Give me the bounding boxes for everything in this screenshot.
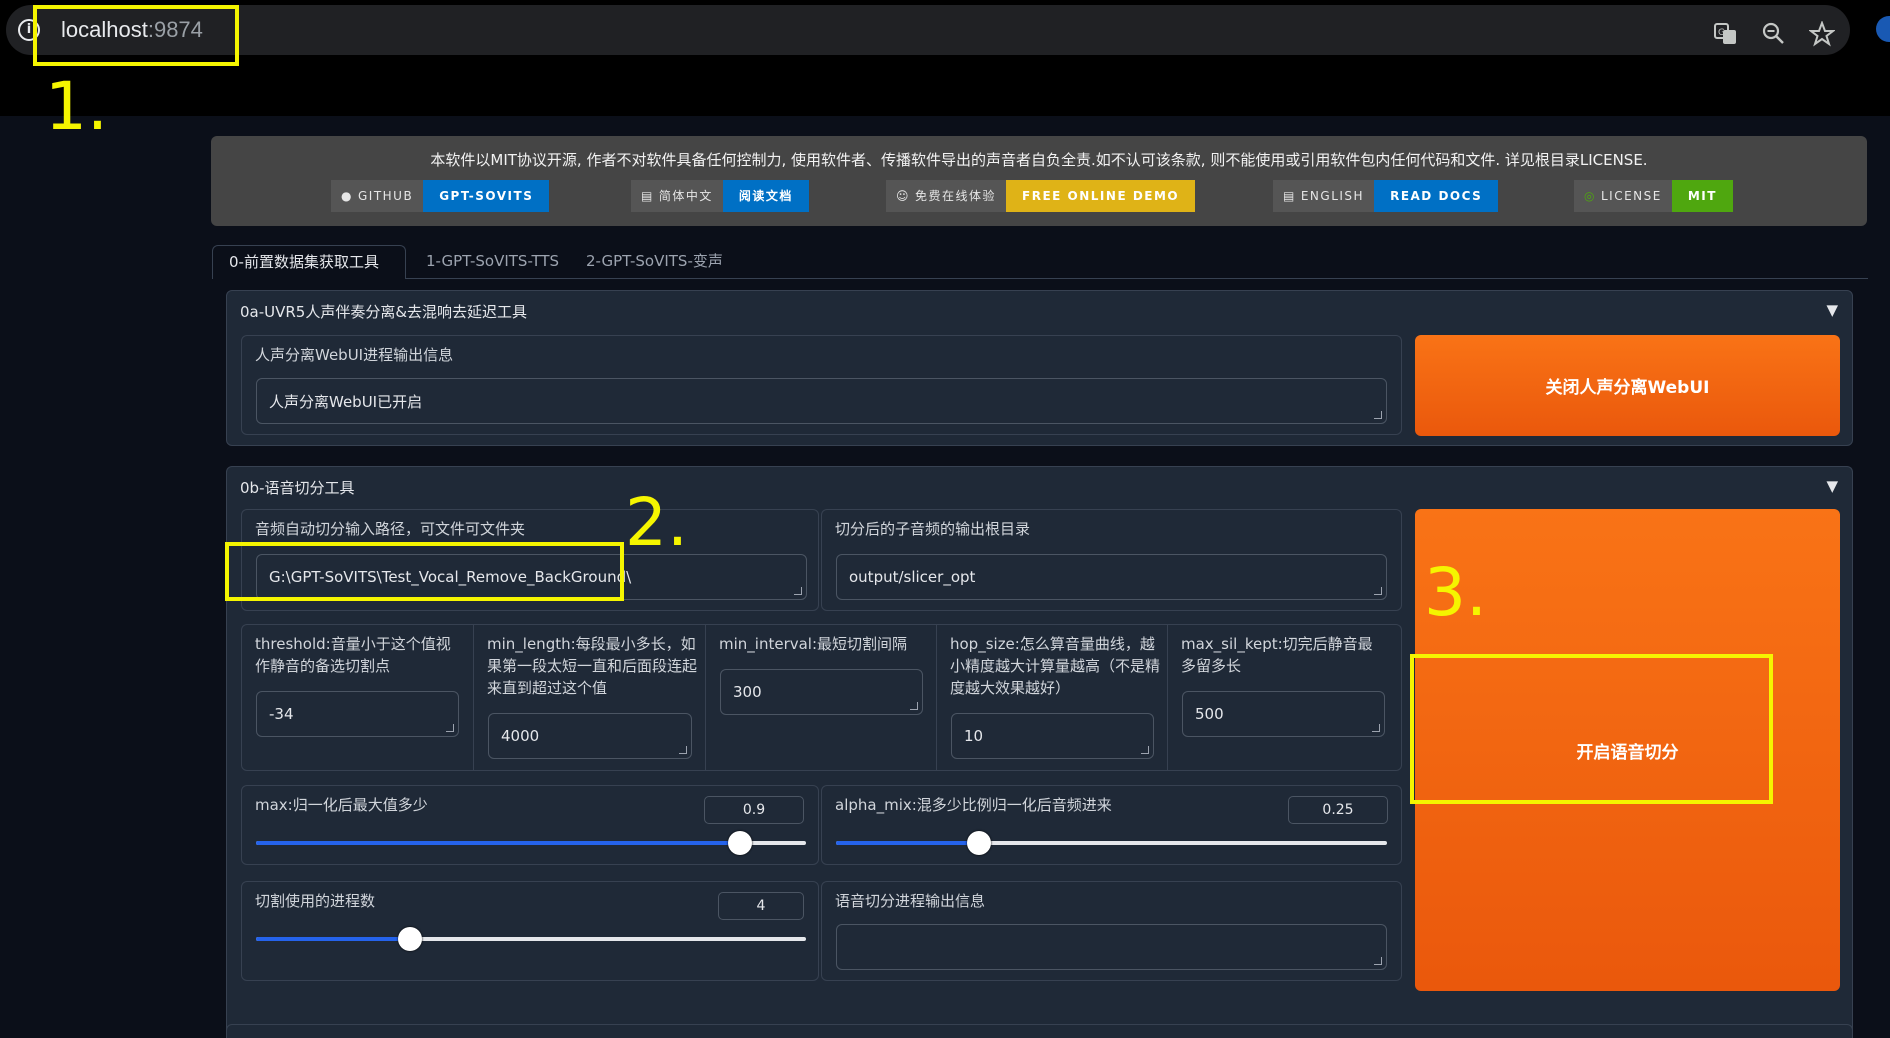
- next-panel: [226, 1024, 1853, 1038]
- slicer-output-info-box: 语音切分进程输出信息: [821, 881, 1402, 981]
- zoom-icon[interactable]: [1761, 21, 1787, 47]
- uvr5-info-textarea[interactable]: 人声分离WebUI已开启: [256, 378, 1387, 424]
- hop-size-label: hop_size:怎么算音量曲线，越小精度越大计算量越高（不是精度越大效果越好）: [950, 635, 1161, 697]
- max-slider[interactable]: [256, 831, 806, 855]
- profile-icon[interactable]: [1876, 16, 1890, 42]
- slicer-output-dir[interactable]: output/slicer_opt: [836, 554, 1387, 600]
- alpha-slider[interactable]: [836, 831, 1387, 855]
- hugging-face-icon: ☺: [896, 189, 911, 203]
- max-number[interactable]: 0.9: [704, 796, 804, 824]
- slicer-output-label: 切分后的子音频的输出根目录: [835, 520, 1031, 538]
- annotation-box-input-path: [225, 542, 624, 601]
- min-interval-label: min_interval:最短切割间隔: [719, 635, 908, 653]
- badge-value: READ DOCS: [1374, 180, 1499, 212]
- address-bar[interactable]: i localhost:9874 G: [6, 5, 1850, 55]
- star-icon[interactable]: [1808, 20, 1836, 47]
- browser-toolbar: i localhost:9874 G: [0, 0, 1890, 116]
- annotation-box-start-button: [1410, 654, 1773, 804]
- collapse-triangle-icon[interactable]: ▼: [1826, 301, 1838, 319]
- process-label: 切割使用的进程数: [255, 892, 376, 910]
- license-icon: ◎: [1584, 189, 1596, 203]
- slicer-params-row: threshold:音量小于这个值视作静音的备选切割点 -34 min_leng…: [241, 624, 1402, 771]
- slicer-title: 0b-语音切分工具: [240, 479, 355, 497]
- max-sil-kept-label: max_sil_kept:切完后静音最多留多长: [1181, 635, 1373, 675]
- annotation-box-url: [33, 5, 239, 66]
- badge-label: 免费在线体验: [915, 189, 997, 203]
- process-slider-box: 切割使用的进程数 4: [241, 881, 819, 981]
- min-interval-param: min_interval:最短切割间隔 300: [705, 625, 936, 770]
- threshold-label: threshold:音量小于这个值视作静音的备选切割点: [255, 635, 451, 675]
- badge-online-demo[interactable]: ☺ 免费在线体验 FREE ONLINE DEMO: [886, 180, 1196, 212]
- hop-size-input[interactable]: 10: [951, 713, 1154, 759]
- slicer-output-box: 切分后的子音频的输出根目录 output/slicer_opt: [821, 509, 1402, 611]
- annotation-number: 1.: [45, 68, 108, 145]
- process-number[interactable]: 4: [718, 892, 804, 920]
- document-icon: ▤: [641, 189, 654, 203]
- tab-tts[interactable]: 1-GPT-SoVITS-TTS: [410, 245, 575, 279]
- badge-docs-zh[interactable]: ▤ 简体中文 阅读文档: [631, 180, 809, 212]
- uvr5-info-label: 人声分离WebUI进程输出信息: [255, 346, 454, 364]
- uvr5-info-box: 人声分离WebUI进程输出信息 人声分离WebUI已开启: [241, 335, 1402, 435]
- uvr5-title: 0a-UVR5人声伴奏分离&去混响去延迟工具: [240, 303, 528, 321]
- badge-value: MIT: [1671, 180, 1733, 212]
- badge-label: ENGLISH: [1300, 189, 1365, 203]
- max-sil-kept-param: max_sil_kept:切完后静音最多留多长 500: [1167, 625, 1401, 770]
- alpha-slider-thumb[interactable]: [967, 831, 992, 855]
- slicer-output-info-label: 语音切分进程输出信息: [835, 892, 986, 910]
- badge-value: FREE ONLINE DEMO: [1006, 180, 1196, 212]
- badge-docs-en[interactable]: ▤ ENGLISH READ DOCS: [1273, 180, 1499, 212]
- badge-github[interactable]: ● GITHUB GPT-SOVITS: [331, 180, 550, 212]
- translate-icon[interactable]: G: [1713, 21, 1739, 47]
- badge-value: GPT-SOVITS: [423, 180, 550, 212]
- badge-license[interactable]: ◎ LICENSE MIT: [1574, 180, 1733, 212]
- license-banner: 本软件以MIT协议开源, 作者不对软件具备任何控制力, 使用软件者、传播软件导出…: [211, 136, 1867, 226]
- badge-value: 阅读文档: [722, 180, 809, 212]
- badge-label: GITHUB: [357, 189, 414, 203]
- badge-label: LICENSE: [1600, 189, 1662, 203]
- github-icon: ●: [341, 189, 353, 203]
- min-length-label: min_length:每段最小多长，如果第一段太短一直和后面段连起来直到超过这个…: [487, 635, 698, 697]
- alpha-number[interactable]: 0.25: [1288, 796, 1388, 824]
- process-slider[interactable]: [256, 927, 806, 951]
- annotation-number: 2.: [625, 484, 688, 561]
- annotation-number: 3.: [1424, 554, 1487, 631]
- process-slider-fill: [256, 937, 410, 941]
- alpha-slider-fill: [836, 841, 980, 845]
- max-sil-kept-input[interactable]: 500: [1182, 691, 1385, 737]
- alpha-label: alpha_mix:混多少比例归一化后音频进来: [835, 796, 1112, 814]
- threshold-input[interactable]: -34: [256, 691, 459, 737]
- uvr5-panel: 0a-UVR5人声伴奏分离&去混响去延迟工具 ▼ 人声分离WebUI进程输出信息…: [226, 290, 1853, 446]
- min-length-param: min_length:每段最小多长，如果第一段太短一直和后面段连起来直到超过这个…: [473, 625, 705, 770]
- process-slider-thumb[interactable]: [398, 927, 422, 951]
- svg-text:G: G: [1718, 28, 1725, 38]
- max-label: max:归一化后最大值多少: [255, 796, 428, 814]
- tab-dataset-tools[interactable]: 0-前置数据集获取工具: [212, 245, 406, 279]
- max-slider-box: max:归一化后最大值多少 0.9: [241, 785, 819, 865]
- license-text: 本软件以MIT协议开源, 作者不对软件具备任何控制力, 使用软件者、传播软件导出…: [430, 151, 1648, 169]
- slicer-output-info-textarea[interactable]: [836, 924, 1387, 970]
- slicer-input-label: 音频自动切分输入路径，可文件可文件夹: [255, 520, 526, 538]
- collapse-triangle-icon[interactable]: ▼: [1826, 477, 1838, 495]
- threshold-param: threshold:音量小于这个值视作静音的备选切割点 -34: [242, 625, 473, 770]
- hop-size-param: hop_size:怎么算音量曲线，越小精度越大计算量越高（不是精度越大效果越好）…: [936, 625, 1167, 770]
- alpha-slider-box: alpha_mix:混多少比例归一化后音频进来 0.25: [821, 785, 1402, 865]
- document-icon: ▤: [1283, 189, 1296, 203]
- close-uvr5-button[interactable]: 关闭人声分离WebUI: [1415, 335, 1840, 436]
- min-interval-input[interactable]: 300: [720, 669, 923, 715]
- max-slider-fill: [256, 841, 740, 845]
- max-slider-thumb[interactable]: [728, 831, 752, 855]
- tab-voice-change[interactable]: 2-GPT-SoVITS-变声: [570, 245, 739, 279]
- badge-label: 简体中文: [658, 189, 713, 203]
- min-length-input[interactable]: 4000: [488, 713, 692, 759]
